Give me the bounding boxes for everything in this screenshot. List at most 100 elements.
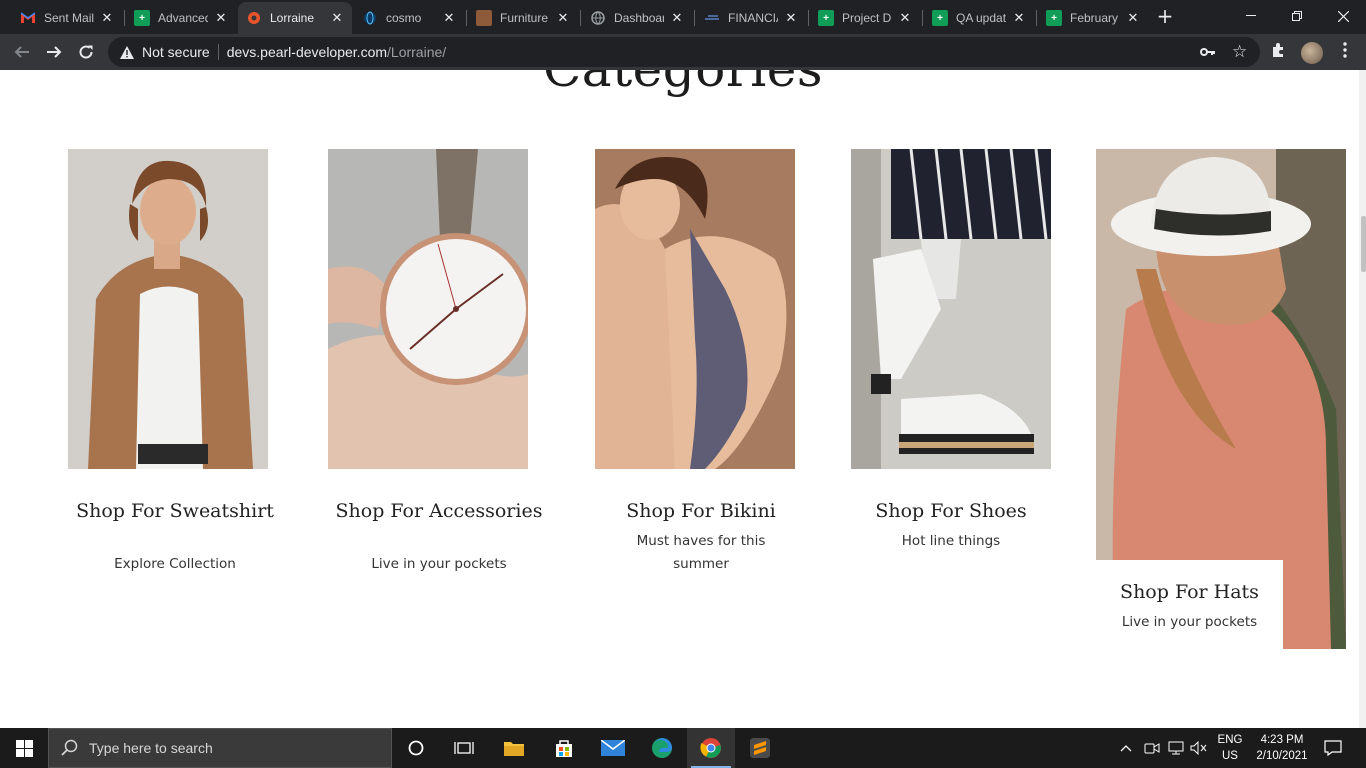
card-subtitle[interactable]: Hot line things — [844, 530, 1058, 553]
tab-cosmo[interactable]: cosmo ✕ — [354, 2, 464, 34]
language-indicator[interactable]: ENG US — [1213, 732, 1247, 764]
sheets-icon: + — [1046, 10, 1062, 26]
meet-now-camera-icon[interactable] — [1144, 728, 1160, 768]
globe-icon — [362, 10, 378, 26]
mail-icon[interactable] — [589, 728, 637, 768]
card-subtitle[interactable]: Explore Collection — [68, 553, 282, 576]
search-placeholder: Type here to search — [89, 740, 213, 756]
close-icon[interactable]: ✕ — [330, 10, 344, 26]
clock-time: 4:23 PM — [1260, 734, 1304, 746]
close-window-icon[interactable] — [1320, 0, 1366, 32]
tab-title: Furniture — [500, 11, 549, 25]
reload-icon[interactable] — [72, 38, 100, 66]
card-image-sweatshirt[interactable] — [68, 149, 268, 469]
close-icon[interactable]: ✕ — [784, 10, 798, 26]
forward-arrow-icon[interactable] — [40, 38, 68, 66]
network-icon[interactable] — [1168, 728, 1184, 768]
chrome-browser-icon[interactable] — [687, 728, 735, 768]
card-subtitle[interactable]: Live in your pockets — [1096, 611, 1283, 634]
tab-title: FINANCIA — [728, 11, 778, 25]
card-subtitle[interactable]: Live in your pockets — [332, 553, 546, 576]
system-clock[interactable]: 4:23 PM 2/10/2021 — [1250, 732, 1314, 764]
tab-title: QA updat — [956, 11, 1006, 25]
edge-browser-icon[interactable] — [638, 728, 686, 768]
tab-title: Advanced — [158, 11, 208, 25]
card-image-shoes[interactable] — [851, 149, 1051, 469]
card-image-accessories[interactable] — [328, 149, 528, 469]
region-code: US — [1222, 750, 1238, 762]
star-bookmark-icon[interactable]: ☆ — [1232, 42, 1247, 62]
url-divider — [217, 44, 219, 60]
tab-title: Lorraine — [270, 11, 315, 25]
windows-start-icon[interactable] — [0, 728, 48, 768]
tab-lorraine[interactable]: Lorraine ✕ — [238, 2, 352, 34]
card-image-bikini[interactable] — [595, 149, 795, 469]
close-icon[interactable]: ✕ — [556, 10, 570, 26]
tab-divider — [124, 10, 125, 26]
back-arrow-icon[interactable] — [8, 38, 36, 66]
task-view-icon[interactable] — [440, 728, 488, 768]
page-scrollbar-thumb[interactable] — [1361, 216, 1366, 272]
browser-toolbar: Not secure devs.pearl-developer.com/Lorr… — [0, 34, 1366, 70]
warning-icon[interactable] — [120, 45, 134, 59]
tab-february[interactable]: + February ✕ — [1038, 2, 1148, 34]
close-icon[interactable]: ✕ — [898, 10, 912, 26]
show-hidden-icons-chevron[interactable] — [1120, 728, 1132, 768]
tab-divider — [1036, 10, 1037, 26]
notifications-icon[interactable] — [1324, 728, 1342, 768]
key-icon[interactable] — [1200, 44, 1216, 60]
tab-qa-update[interactable]: + QA updat ✕ — [924, 2, 1034, 34]
profile-avatar[interactable] — [1301, 42, 1323, 64]
card-title[interactable]: Shop For Bikini — [594, 500, 808, 523]
extensions-puzzle-icon[interactable] — [1271, 42, 1287, 62]
not-secure-label[interactable]: Not secure — [142, 44, 210, 60]
close-icon[interactable]: ✕ — [100, 10, 114, 26]
tab-sent-mail[interactable]: Sent Mail ✕ — [12, 2, 122, 34]
restore-icon[interactable] — [1274, 0, 1320, 32]
address-bar[interactable]: Not secure devs.pearl-developer.com/Lorr… — [108, 37, 1260, 67]
close-icon[interactable]: ✕ — [214, 10, 228, 26]
url-path: /Lorraine/ — [387, 44, 447, 60]
site-icon — [246, 10, 262, 26]
tab-project[interactable]: + Project D ✕ — [810, 2, 920, 34]
windows-taskbar: Type here to search ENG US 4:23 PM 2/10/… — [0, 728, 1366, 768]
card-title[interactable]: Shop For Accessories — [332, 500, 546, 523]
sheets-icon: + — [818, 10, 834, 26]
microsoft-store-icon[interactable] — [540, 728, 588, 768]
web-page: Categories Shop For Sweatshirt Explore C… — [0, 70, 1366, 728]
tab-divider — [808, 10, 809, 26]
tab-title: February — [1070, 11, 1119, 25]
tab-financial[interactable]: FINANCIA ✕ — [696, 2, 806, 34]
hats-caption-panel — [1096, 560, 1283, 650]
new-tab-button[interactable]: + — [1154, 6, 1176, 28]
page-scrollbar-track[interactable] — [1359, 70, 1366, 728]
card-title[interactable]: Shop For Sweatshirt — [68, 500, 282, 523]
gmail-icon — [20, 10, 36, 26]
sublime-text-icon[interactable] — [736, 728, 784, 768]
close-icon[interactable]: ✕ — [670, 10, 684, 26]
minimize-icon[interactable] — [1228, 0, 1274, 32]
tab-dashboard[interactable]: Dashboar ✕ — [582, 2, 692, 34]
card-subtitle[interactable]: Must haves for this summer — [626, 530, 776, 576]
sheets-icon: + — [134, 10, 150, 26]
browser-tab-strip: Sent Mail ✕ + Advanced ✕ Lorraine ✕ cosm… — [0, 0, 1366, 34]
section-title: Categories — [0, 70, 1366, 98]
close-icon[interactable]: ✕ — [1126, 10, 1140, 26]
tab-title: Project D — [842, 11, 892, 25]
tab-divider — [466, 10, 467, 26]
volume-muted-icon[interactable] — [1190, 728, 1208, 768]
cortana-circle-icon[interactable] — [392, 728, 440, 768]
tab-divider — [580, 10, 581, 26]
card-title[interactable]: Shop For Shoes — [844, 500, 1058, 523]
tab-advanced[interactable]: + Advanced ✕ — [126, 2, 236, 34]
close-icon[interactable]: ✕ — [442, 10, 456, 26]
tab-divider — [922, 10, 923, 26]
taskbar-search-box[interactable]: Type here to search — [48, 728, 392, 768]
search-icon — [61, 739, 78, 756]
tab-furniture[interactable]: Furniture ✕ — [468, 2, 578, 34]
tab-title: cosmo — [386, 11, 422, 25]
menu-dots-icon[interactable] — [1343, 42, 1347, 62]
card-title[interactable]: Shop For Hats — [1096, 581, 1283, 604]
file-explorer-icon[interactable] — [490, 728, 538, 768]
close-icon[interactable]: ✕ — [1012, 10, 1026, 26]
